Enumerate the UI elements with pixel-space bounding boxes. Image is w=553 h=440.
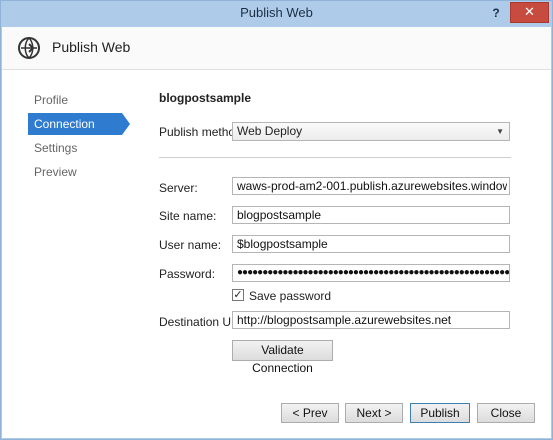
nav-item-preview[interactable]: Preview (28, 161, 122, 183)
help-button[interactable]: ? (486, 3, 506, 23)
section-divider (159, 157, 511, 158)
window-title: Publish Web (240, 5, 313, 20)
user-name-input[interactable] (232, 235, 510, 253)
publish-method-value: Web Deploy (237, 124, 303, 138)
nav-item-settings[interactable]: Settings (28, 137, 122, 159)
publish-globe-icon (18, 37, 40, 59)
server-input[interactable] (232, 177, 510, 195)
close-button[interactable]: Close (477, 403, 535, 423)
next-button[interactable]: Next > (345, 403, 403, 423)
nav-item-profile[interactable]: Profile (28, 89, 122, 111)
password-input[interactable]: ●●●●●●●●●●●●●●●●●●●●●●●●●●●●●●●●●●●●●●●●… (232, 264, 510, 282)
dialog-header: Publish Web (2, 27, 551, 70)
user-name-label: User name: (159, 238, 222, 252)
save-password-checkbox[interactable]: ✓ (232, 289, 244, 301)
chevron-down-icon: ▼ (496, 127, 504, 136)
nav-active-arrow (122, 113, 130, 135)
publish-button[interactable]: Publish (410, 403, 470, 423)
destination-url-input[interactable] (232, 311, 510, 329)
save-password-label: Save password (249, 289, 332, 303)
window-close-button[interactable]: ✕ (510, 2, 549, 23)
nav-item-connection[interactable]: Connection (28, 113, 122, 135)
site-name-input[interactable] (232, 206, 510, 224)
profile-name: blogpostsample (159, 91, 252, 105)
header-title: Publish Web (52, 39, 131, 55)
prev-button[interactable]: < Prev (281, 403, 339, 423)
password-label: Password: (159, 267, 216, 281)
server-label: Server: (159, 181, 198, 195)
publish-method-select[interactable]: Web Deploy ▼ (232, 122, 510, 141)
validate-connection-button[interactable]: Validate Connection (232, 340, 333, 375)
site-name-label: Site name: (159, 209, 217, 223)
